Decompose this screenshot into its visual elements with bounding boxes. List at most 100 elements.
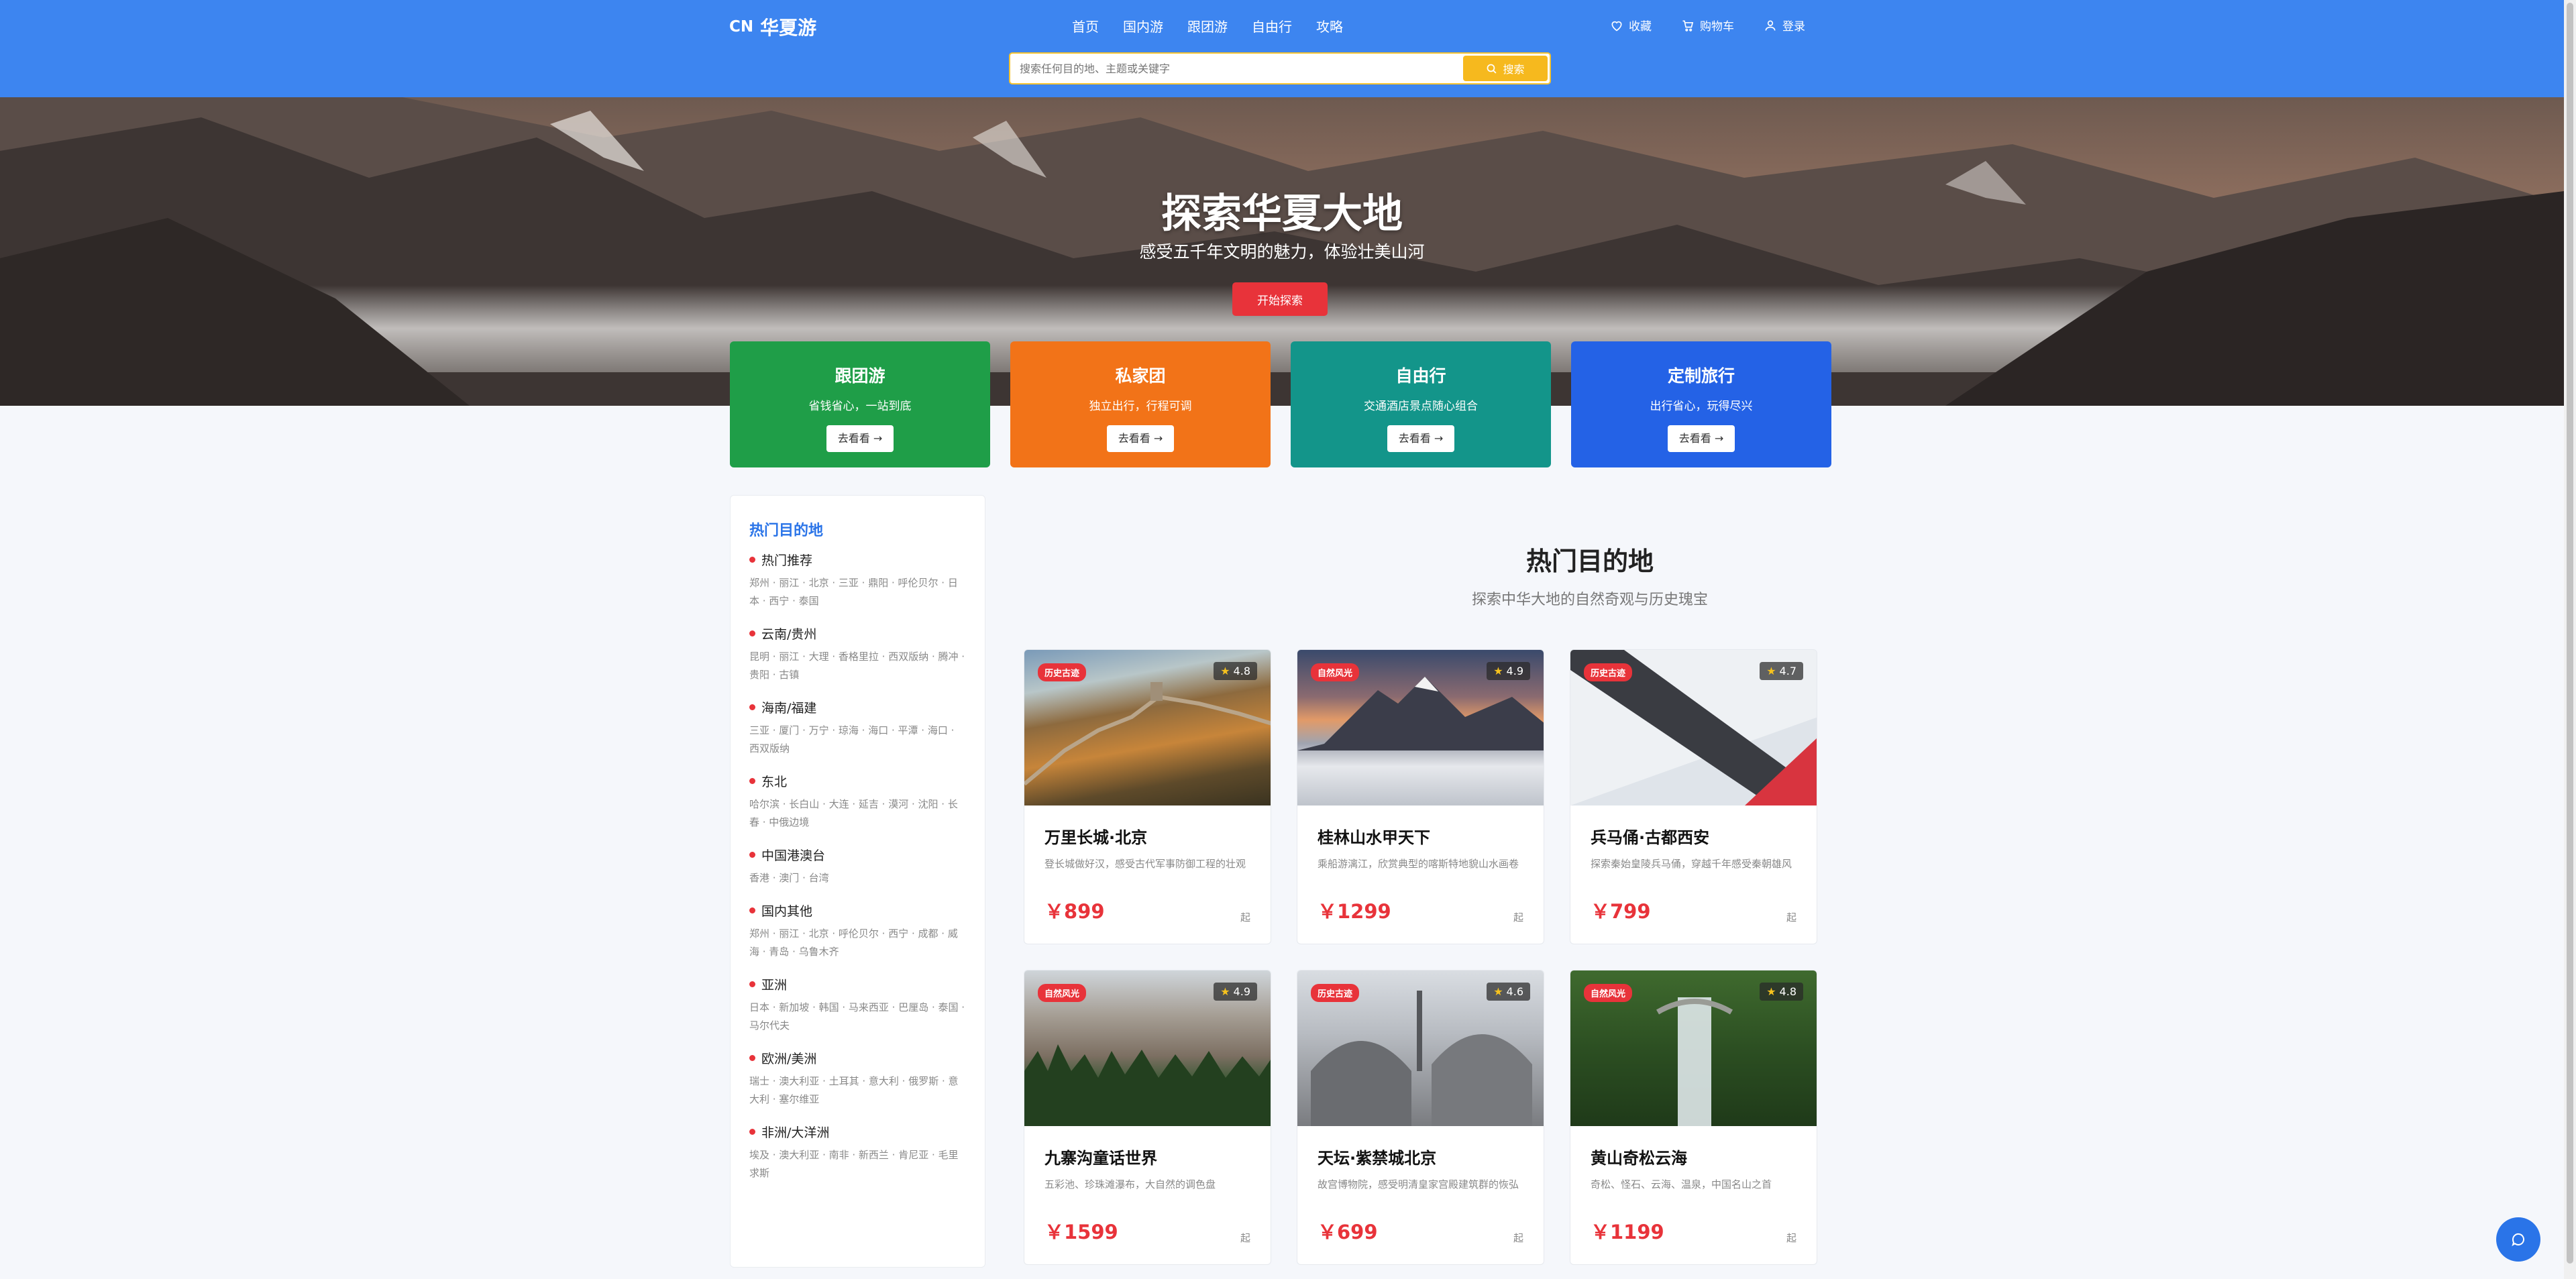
rating-value: 4.9 — [1233, 985, 1250, 998]
bullet-dot-icon — [749, 1129, 755, 1135]
card-description: 五彩池、珍珠滩瀑布，大自然的调色盘 — [1044, 1178, 1216, 1190]
favorites-link[interactable]: 收藏 — [1610, 17, 1652, 34]
search-button-label: 搜索 — [1503, 63, 1525, 76]
card-tag: 历史古迹 — [1038, 663, 1087, 681]
sidebar-group: 非洲/大洋洲 埃及 · 澳大利亚 · 南非 · 新西兰 · 肯尼亚 · 毛里求斯 — [749, 1123, 966, 1182]
destination-sidebar: 热门目的地 热门推荐 郑州 · 丽江 · 北京 · 三亚 · 鼎阳 · 呼伦贝尔… — [730, 495, 985, 1268]
nav-domestic[interactable]: 国内游 — [1123, 16, 1163, 36]
category-title: 跟团游 — [835, 366, 885, 386]
card-footer: ￥899 起 — [1044, 896, 1250, 924]
search-button[interactable]: 搜索 — [1463, 56, 1548, 81]
top-header: CN 华夏游 首页 国内游 跟团游 自由行 攻略 收藏 购物车 登录 搜索 — [0, 0, 2564, 97]
sidebar-group-items[interactable]: 郑州 · 丽江 · 北京 · 三亚 · 鼎阳 · 呼伦贝尔 · 日本 · 西宁 … — [749, 574, 966, 610]
sidebar-group-head[interactable]: 非洲/大洋洲 — [749, 1123, 966, 1141]
card-image-great-wall: 历史古迹 ★ 4.8 — [1024, 650, 1271, 805]
price-from-label: 起 — [1513, 911, 1523, 924]
destination-card[interactable]: 历史古迹 ★ 4.7 兵马俑·古都西安 探索秦始皇陵兵马俑，穿越千年感受秦朝雄风 … — [1570, 649, 1817, 944]
card-footer: ￥1199 起 — [1591, 1217, 1796, 1245]
sidebar-group-items[interactable]: 郑州 · 丽江 · 北京 · 呼伦贝尔 · 西宁 · 成都 · 威海 · 青岛 … — [749, 925, 966, 961]
logo-text: 华夏游 — [760, 17, 817, 39]
star-icon: ★ — [1220, 665, 1230, 677]
sidebar-group-name: 中国港澳台 — [761, 848, 826, 863]
sidebar-group: 亚洲 日本 · 新加坡 · 韩国 · 马来西亚 · 巴厘岛 · 泰国 · 马尔代… — [749, 975, 966, 1035]
nav-home[interactable]: 首页 — [1072, 16, 1099, 36]
category-independent[interactable]: 自由行 交通酒店景点随心组合 去看看 → — [1291, 341, 1551, 467]
sidebar-group-items[interactable]: 埃及 · 澳大利亚 · 南非 · 新西兰 · 肯尼亚 · 毛里求斯 — [749, 1146, 966, 1182]
card-body: 黄山奇松云海 奇松、怪石、云海、温泉，中国名山之首 ￥1199 起 — [1570, 1126, 1817, 1245]
card-price: ￥699 — [1318, 1221, 1378, 1243]
destination-card[interactable]: 自然风光 ★ 4.8 黄山奇松云海 奇松、怪石、云海、温泉，中国名山之首 ￥119… — [1570, 970, 1817, 1265]
rating-value: 4.8 — [1233, 665, 1250, 677]
card-price: ￥799 — [1591, 900, 1651, 923]
category-view-button[interactable]: 去看看 → — [1107, 425, 1174, 452]
user-actions: 收藏 购物车 登录 — [1610, 17, 1805, 34]
login-link[interactable]: 登录 — [1764, 17, 1805, 34]
category-private-tour[interactable]: 私家团 独立出行，行程可调 去看看 → — [1010, 341, 1271, 467]
category-view-button[interactable]: 去看看 → — [1387, 425, 1454, 452]
scrollbar-thumb[interactable] — [2567, 3, 2573, 1264]
login-label: 登录 — [1782, 20, 1805, 34]
sidebar-group-head[interactable]: 亚洲 — [749, 975, 966, 993]
cart-link[interactable]: 购物车 — [1681, 17, 1734, 34]
start-explore-button[interactable]: 开始探索 — [1232, 282, 1328, 316]
card-image-temple-of-heaven: 历史古迹 ★ 4.6 — [1297, 970, 1544, 1126]
price-from-label: 起 — [1513, 1232, 1523, 1244]
section-subtitle: 探索中华大地的自然奇观与历史瑰宝 — [1471, 592, 1708, 608]
sidebar-group-head[interactable]: 热门推荐 — [749, 551, 966, 569]
category-view-button[interactable]: 去看看 → — [826, 425, 894, 452]
main-nav: 首页 国内游 跟团游 自由行 攻略 — [1072, 16, 1343, 36]
sidebar-group-name: 云南/贵州 — [761, 627, 817, 642]
page-scrollbar[interactable] — [2564, 0, 2576, 1279]
bullet-dot-icon — [749, 557, 755, 563]
sidebar-group-head[interactable]: 云南/贵州 — [749, 624, 966, 643]
card-description: 故宫博物院，感受明清皇家宫殿建筑群的恢弘 — [1318, 1178, 1519, 1190]
sidebar-group-items[interactable]: 三亚 · 厦门 · 万宁 · 琼海 · 海口 · 平潭 · 海口 · 西双版纳 — [749, 722, 966, 758]
card-footer: ￥699 起 — [1318, 1217, 1523, 1245]
chat-button[interactable] — [2496, 1217, 2540, 1262]
bullet-dot-icon — [749, 981, 755, 987]
nav-guides[interactable]: 攻略 — [1316, 16, 1343, 36]
destination-card[interactable]: 自然风光 ★ 4.9 桂林山水甲天下 乘船游漓江，欣赏典型的喀斯特地貌山水画卷 ￥… — [1297, 649, 1544, 944]
destination-card[interactable]: 自然风光 ★ 4.9 九寨沟童话世界 五彩池、珍珠滩瀑布，大自然的调色盘 ￥159… — [1024, 970, 1271, 1265]
rating-value: 4.8 — [1779, 985, 1796, 998]
category-custom-travel[interactable]: 定制旅行 出行省心，玩得尽兴 去看看 → — [1571, 341, 1831, 467]
card-title: 九寨沟童话世界 — [1044, 1149, 1157, 1168]
category-subtitle: 出行省心，玩得尽兴 — [1650, 400, 1753, 413]
card-tag: 历史古迹 — [1311, 984, 1360, 1002]
nav-group-tour[interactable]: 跟团游 — [1187, 16, 1228, 36]
card-footer: ￥799 起 — [1591, 896, 1796, 924]
card-title: 黄山奇松云海 — [1591, 1149, 1687, 1168]
bullet-dot-icon — [749, 852, 755, 858]
nav-independent[interactable]: 自由行 — [1252, 16, 1292, 36]
rating-value: 4.9 — [1506, 665, 1523, 677]
sidebar-group-head[interactable]: 国内其他 — [749, 901, 966, 920]
destination-card[interactable]: 历史古迹 ★ 4.8 万里长城·北京 登长城做好汉，感受古代军事防御工程的壮观 ￥… — [1024, 649, 1271, 944]
card-tag: 自然风光 — [1038, 984, 1087, 1002]
sidebar-group-items[interactable]: 香港 · 澳门 · 台湾 — [749, 869, 966, 887]
search-input[interactable] — [1020, 54, 1449, 83]
sidebar-group-name: 亚洲 — [761, 978, 788, 993]
sidebar-group-items[interactable]: 日本 · 新加坡 · 韩国 · 马来西亚 · 巴厘岛 · 泰国 · 马尔代夫 — [749, 999, 966, 1035]
sidebar-group-head[interactable]: 中国港澳台 — [749, 846, 966, 864]
user-icon — [1765, 19, 1776, 31]
card-footer: ￥1599 起 — [1044, 1217, 1250, 1245]
sidebar-group-name: 热门推荐 — [761, 553, 813, 568]
card-description: 乘船游漓江，欣赏典型的喀斯特地貌山水画卷 — [1318, 858, 1519, 870]
sidebar-group-head[interactable]: 欧洲/美洲 — [749, 1049, 966, 1067]
star-icon: ★ — [1766, 985, 1776, 998]
destination-card[interactable]: 历史古迹 ★ 4.6 天坛·紫禁城北京 故宫博物院，感受明清皇家宫殿建筑群的恢弘 … — [1297, 970, 1544, 1265]
sidebar-group-items[interactable]: 昆明 · 丽江 · 大理 · 香格里拉 · 西双版纳 · 腾冲 · 贵阳 · 古… — [749, 648, 966, 684]
sidebar-group-head[interactable]: 东北 — [749, 772, 966, 790]
hero-title: 探索华夏大地 — [1161, 190, 1403, 237]
sidebar-group-items[interactable]: 瑞士 · 澳大利亚 · 土耳其 · 意大利 · 俄罗斯 · 意大利 · 塞尔维亚 — [749, 1072, 966, 1109]
site-logo[interactable]: CN 华夏游 — [729, 13, 816, 40]
category-group-tour[interactable]: 跟团游 省钱省心，一站到底 去看看 → — [730, 341, 990, 467]
sidebar-group-items[interactable]: 哈尔滨 · 长白山 · 大连 · 延吉 · 漠河 · 沈阳 · 长春 · 中俄边… — [749, 795, 966, 832]
sidebar-group-name: 海南/福建 — [761, 701, 817, 716]
card-description: 奇松、怪石、云海、温泉，中国名山之首 — [1591, 1178, 1772, 1190]
sidebar-group-head[interactable]: 海南/福建 — [749, 698, 966, 716]
section-title: 热门目的地 — [1525, 547, 1654, 576]
category-title: 定制旅行 — [1667, 366, 1735, 386]
category-view-button[interactable]: 去看看 → — [1668, 425, 1735, 452]
sidebar-group: 欧洲/美洲 瑞士 · 澳大利亚 · 土耳其 · 意大利 · 俄罗斯 · 意大利 … — [749, 1049, 966, 1109]
